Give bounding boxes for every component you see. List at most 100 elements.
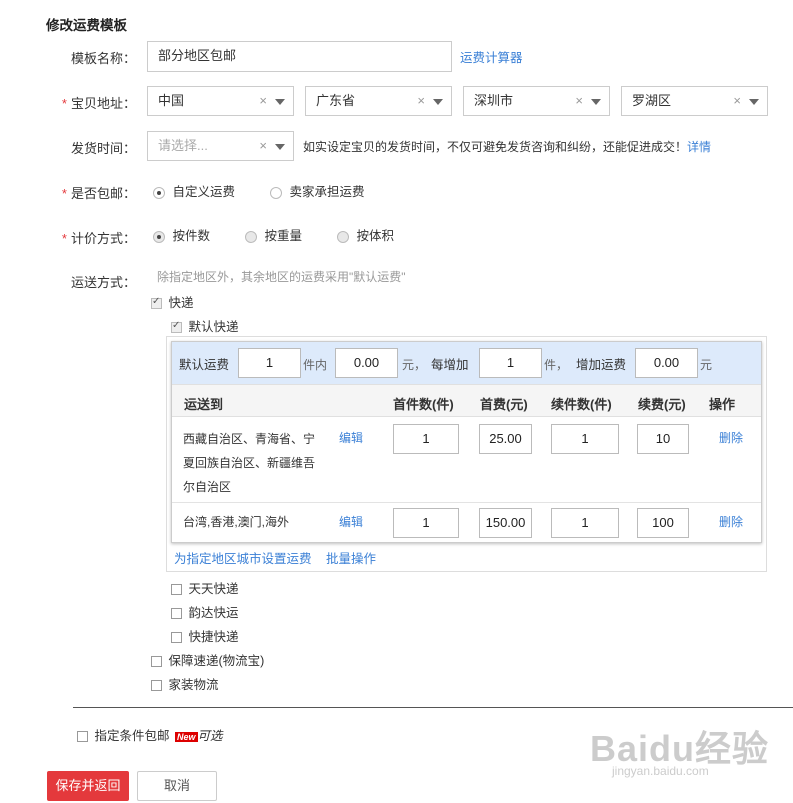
checkbox-label: 家装物流 [168, 678, 219, 692]
radio-label: 按重量 [264, 229, 302, 243]
row-first-fee-input[interactable]: 25.00 [479, 424, 532, 454]
radio-by-piece[interactable]: 按件数 [153, 225, 210, 244]
checkbox-icon[interactable] [151, 680, 162, 692]
unit-text: 件内 [303, 358, 328, 372]
guarantee-express-checkbox[interactable]: 保障速递(物流宝) [151, 650, 264, 669]
checkbox-label: 快捷快递 [188, 630, 239, 644]
chevron-down-icon [275, 144, 285, 150]
express-label: 快递 [168, 296, 194, 310]
chevron-down-icon [433, 99, 443, 105]
city-value: 深圳市 [474, 93, 514, 108]
unit-text: 元， [402, 358, 427, 372]
row-divider [172, 502, 761, 503]
address-label: * 宝贝地址： [61, 96, 136, 111]
watermark-brand: Baidu经验 [590, 728, 770, 769]
radio-label: 自定义运费 [172, 185, 235, 199]
dest-line: 西藏自治区、青海省、宁 [183, 432, 316, 446]
each-add-text: 每增加 [431, 358, 469, 372]
edit-link[interactable]: 编辑 [339, 513, 363, 530]
first-qty-input[interactable]: 1 [238, 348, 301, 378]
save-button[interactable]: 保存并返回 [47, 771, 129, 801]
delivery-label: 运送方式： [70, 275, 136, 290]
delete-link[interactable]: 删除 [719, 429, 743, 446]
clear-icon[interactable]: × [259, 87, 267, 115]
district-select[interactable]: 罗湖区 × [621, 86, 768, 116]
radio-icon[interactable] [270, 186, 282, 199]
chevron-down-icon [591, 99, 601, 105]
add-qty-input[interactable]: 1 [479, 348, 542, 378]
radio-by-volume[interactable]: 按体积 [337, 225, 394, 244]
col-dest: 运送到 [184, 397, 224, 412]
radio-by-weight[interactable]: 按重量 [245, 225, 302, 244]
city-select[interactable]: 深圳市 × [463, 86, 610, 116]
row-add-fee-input[interactable]: 10 [637, 424, 689, 454]
row-first-fee-input[interactable]: 150.00 [479, 508, 532, 538]
edit-link[interactable]: 编辑 [339, 429, 363, 446]
row-first-qty-input[interactable]: 1 [393, 508, 459, 538]
radio-label: 卖家承担运费 [289, 185, 365, 199]
radio-icon[interactable] [153, 230, 165, 243]
freight-calculator-link[interactable]: 运费计算器 [460, 47, 523, 66]
row-first-qty-input[interactable]: 1 [393, 424, 459, 454]
yunda-express-checkbox[interactable]: 韵达快运 [171, 602, 239, 621]
default-freight-text: 默认运费 [179, 358, 230, 372]
add-fee-input[interactable]: 0.00 [635, 348, 698, 378]
chevron-down-icon [275, 99, 285, 105]
pricing-label: * 计价方式： [61, 231, 136, 246]
checkbox-icon[interactable] [171, 608, 182, 620]
country-select[interactable]: 中国 × [147, 86, 294, 116]
col-add-qty: 续件数(件) [551, 397, 612, 412]
optional-text: 可选 [197, 729, 223, 743]
template-name-label: 模板名称： [70, 51, 136, 66]
clear-icon[interactable]: × [733, 87, 741, 115]
district-value: 罗湖区 [632, 93, 672, 108]
province-value: 广东省 [316, 93, 356, 108]
row-add-fee-input[interactable]: 100 [637, 508, 689, 538]
radio-seller-pays[interactable]: 卖家承担运费 [270, 181, 365, 200]
default-express-checkbox[interactable]: 默认快递 [171, 316, 239, 335]
ship-time-select[interactable]: 请选择... × [147, 131, 294, 161]
checkbox-icon[interactable] [171, 320, 182, 334]
watermark-url: jingyan.baidu.com [612, 764, 709, 778]
radio-icon[interactable] [245, 230, 257, 243]
ship-time-label: 发货时间： [70, 141, 136, 156]
checkbox-icon[interactable] [151, 296, 162, 310]
radio-icon[interactable] [153, 186, 165, 199]
col-op: 操作 [709, 397, 736, 412]
cancel-button[interactable]: 取消 [137, 771, 217, 801]
express-checkbox[interactable]: 快递 [151, 292, 194, 311]
table-row-dest: 台湾,香港,澳门,海外 [183, 515, 290, 529]
section-divider [73, 707, 793, 708]
set-region-freight-link[interactable]: 为指定地区城市设置运费 [174, 548, 312, 567]
ship-time-hint-text: 如实设定宝贝的发货时间，不仅可避免发货咨询和纠纷，还能促进成交！ [303, 140, 688, 154]
home-logistics-checkbox[interactable]: 家装物流 [151, 674, 219, 693]
page-title: 修改运费模板 [46, 18, 127, 33]
checkbox-icon[interactable] [171, 584, 182, 596]
row-add-qty-input[interactable]: 1 [551, 424, 619, 454]
delivery-hint: 除指定地区外，其余地区的运费采用"默认运费" [157, 270, 406, 284]
first-fee-input[interactable]: 0.00 [335, 348, 398, 378]
clear-icon[interactable]: × [259, 132, 267, 160]
checkbox-icon[interactable] [171, 632, 182, 644]
province-select[interactable]: 广东省 × [305, 86, 452, 116]
radio-custom-freight[interactable]: 自定义运费 [153, 181, 235, 200]
conditional-free-shipping-checkbox[interactable]: 指定条件包邮 New 可选 [77, 725, 223, 744]
detail-link[interactable]: 详情 [687, 140, 711, 154]
checkbox-icon[interactable] [151, 656, 162, 668]
template-name-input[interactable]: 部分地区包邮 [147, 41, 452, 72]
tiantian-express-checkbox[interactable]: 天天快递 [171, 578, 239, 597]
clear-icon[interactable]: × [417, 87, 425, 115]
checkbox-icon[interactable] [77, 731, 88, 743]
delete-link[interactable]: 删除 [719, 513, 743, 530]
free-shipping-label: * 是否包邮： [61, 186, 136, 201]
clear-icon[interactable]: × [575, 87, 583, 115]
kuaijie-express-checkbox[interactable]: 快捷快递 [171, 626, 239, 645]
radio-label: 按件数 [172, 229, 210, 243]
table-row-dest: 西藏自治区、青海省、宁 夏回族自治区、新疆维吾 尔自治区 [183, 427, 328, 499]
dest-line: 夏回族自治区、新疆维吾 [183, 456, 316, 470]
row-add-qty-input[interactable]: 1 [551, 508, 619, 538]
radio-label: 按体积 [356, 229, 394, 243]
chevron-down-icon [749, 99, 759, 105]
batch-operation-link[interactable]: 批量操作 [326, 548, 376, 567]
radio-icon[interactable] [337, 230, 349, 243]
